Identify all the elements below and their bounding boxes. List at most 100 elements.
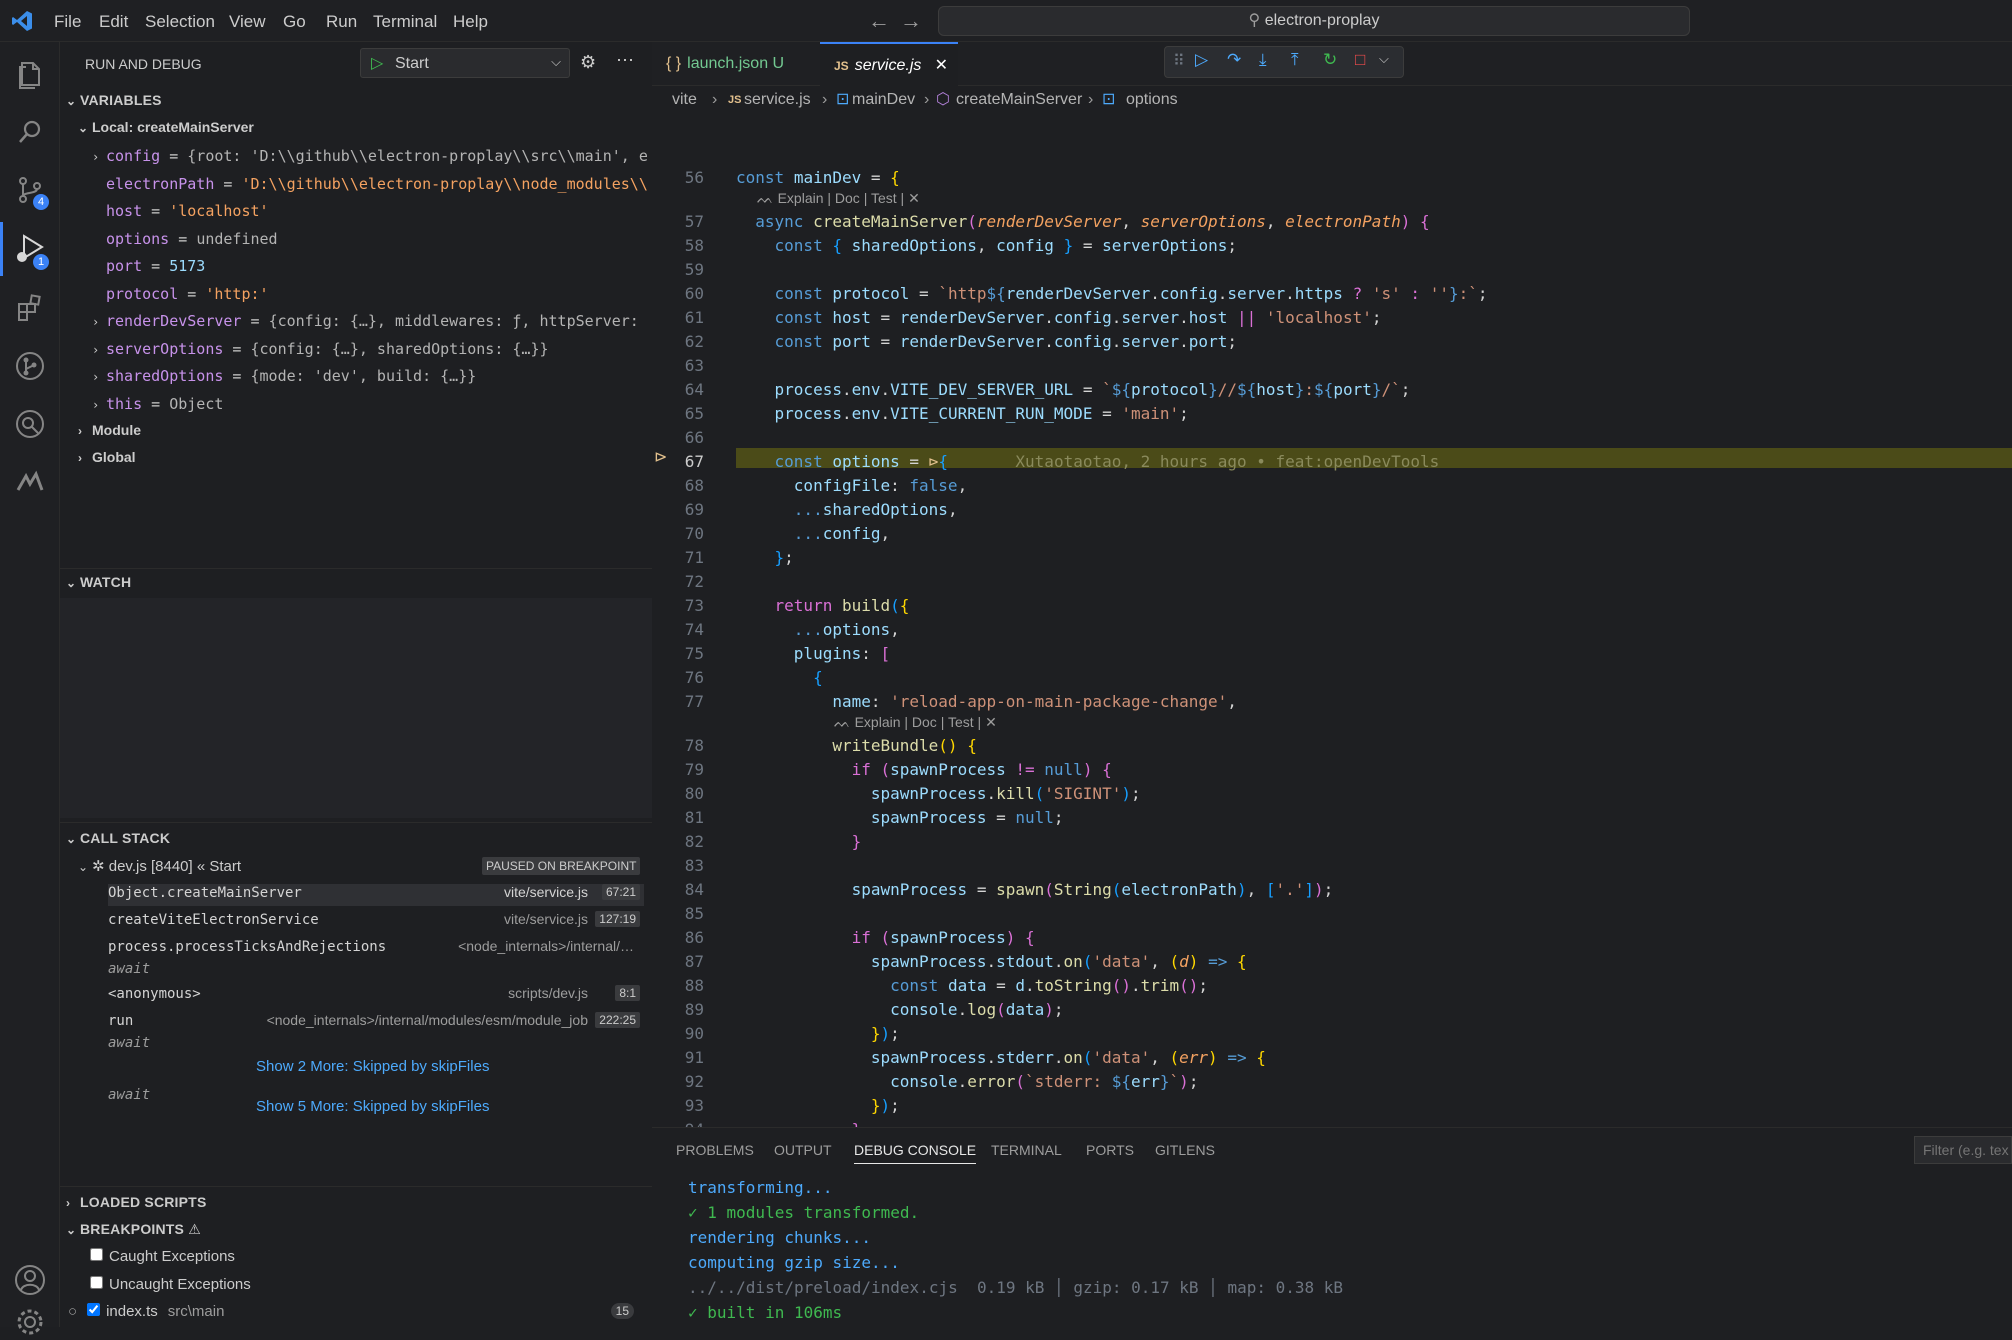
frame-name: process.processTicksAndRejections	[108, 939, 387, 955]
global-scope[interactable]: › Global	[78, 449, 136, 465]
breadcrumb-folder[interactable]: vite	[672, 86, 697, 114]
codelens-explain[interactable]: ᨓ Explain | Doc | Test | ✕	[757, 190, 920, 207]
caught-exceptions-checkbox[interactable]	[90, 1248, 103, 1261]
call-stack-frame[interactable]: createViteElectronService vite/service.js…	[108, 911, 644, 933]
variable-row[interactable]: electronPath = 'D:\\github\\electron-pro…	[92, 175, 647, 193]
module-scope[interactable]: › Module	[78, 422, 141, 438]
loaded-scripts-section-header[interactable]: › LOADED SCRIPTS	[66, 1194, 206, 1210]
call-stack-frame[interactable]: await	[108, 1034, 644, 1056]
variables-section-header[interactable]: ⌄ VARIABLES	[66, 92, 162, 108]
chevron-down-icon: ⌄	[66, 576, 77, 590]
call-stack-frame[interactable]: run <node_internals>/internal/modules/esm…	[108, 1012, 644, 1034]
breakpoints-section-header[interactable]: ⌄ BREAKPOINTS ⚠	[66, 1221, 201, 1238]
bp-uncaught-exceptions[interactable]: Uncaught Exceptions	[90, 1276, 251, 1293]
variable-value: 'D:\\github\\electron-proplay\\node_modu…	[241, 174, 647, 193]
debug-settings-gear-icon[interactable]: ⚙	[580, 52, 596, 73]
breadcrumb-file[interactable]: service.js	[744, 86, 811, 114]
variable-value: 'http:'	[205, 284, 269, 303]
console-filter-input[interactable]	[1914, 1136, 2012, 1164]
debug-toolbar: ⠿ ▷ ↷ ⤓ ⤒ ↻ □ ⌵	[1164, 46, 1404, 78]
more-actions-icon[interactable]: ⋯	[616, 50, 634, 71]
variable-row[interactable]: › serverOptions = {config: {…}, sharedOpt…	[92, 340, 647, 358]
variable-row[interactable]: host = 'localhost'	[92, 202, 647, 220]
account-icon[interactable]	[12, 1262, 48, 1298]
git-graph-icon[interactable]	[12, 348, 48, 384]
chevron-down-icon[interactable]: ⌵	[1379, 51, 1389, 67]
variable-row[interactable]: › sharedOptions = {mode: 'dev', build: {……	[92, 367, 647, 385]
tab-launch-json[interactable]: { } launch.json U	[652, 42, 820, 86]
command-center-search[interactable]: ⚲ electron-proplay	[938, 6, 1690, 36]
local-scope[interactable]: ⌄ Local: createMainServer	[78, 119, 254, 135]
show-more-skipped-2[interactable]: Show 5 More: Skipped by skipFiles	[256, 1098, 489, 1115]
variable-row[interactable]: protocol = 'http:'	[92, 285, 647, 303]
step-out-icon[interactable]: ⤒	[1291, 50, 1299, 70]
uncaught-exceptions-checkbox[interactable]	[90, 1276, 103, 1289]
start-debug-icon[interactable]: ▷	[371, 53, 383, 73]
tab-service-js[interactable]: JS service.js ✕	[820, 42, 958, 86]
breadcrumb-method[interactable]: createMainServer	[956, 86, 1082, 114]
variable-name: protocol	[106, 284, 179, 303]
drag-handle-icon[interactable]: ⠿	[1173, 51, 1185, 71]
codeium-icon[interactable]	[12, 464, 48, 500]
bp-file-row[interactable]: ○ index.ts src\main 15	[68, 1303, 648, 1320]
tab-problems[interactable]: PROBLEMS	[676, 1142, 754, 1158]
menu-run[interactable]: Run	[326, 12, 357, 32]
call-stack-section-header[interactable]: ⌄ CALL STACK	[66, 830, 170, 846]
step-into-icon[interactable]: ⤓	[1259, 50, 1267, 70]
step-over-icon[interactable]: ↷	[1227, 50, 1241, 70]
forward-arrow-icon[interactable]: →	[900, 8, 922, 34]
menu-view[interactable]: View	[229, 12, 266, 32]
explorer-icon[interactable]	[12, 56, 48, 92]
code-editor[interactable]: ⊳ 56 const mainDev = { ᨓ Explain | Doc | …	[652, 114, 2012, 1127]
tab-ports[interactable]: PORTS	[1086, 1142, 1134, 1158]
call-stack-frame[interactable]: <anonymous> scripts/dev.js 8:1	[108, 985, 644, 1007]
stop-icon[interactable]: □	[1355, 50, 1365, 70]
bp-file-checkbox[interactable]	[87, 1303, 101, 1316]
variable-row[interactable]: › renderDevServer = {config: {…}, middlew…	[92, 312, 647, 330]
chevron-down-icon[interactable]: ⌵	[551, 54, 561, 70]
menu-selection[interactable]: Selection	[145, 12, 215, 32]
variable-row[interactable]: port = 5173	[92, 257, 647, 275]
extensions-icon[interactable]	[12, 290, 48, 326]
thread-row[interactable]: ⌄ ✲ dev.js [8440] « Start	[78, 857, 241, 875]
active-indicator	[0, 222, 3, 276]
call-stack-frame[interactable]: process.processTicksAndRejections <node_i…	[108, 938, 644, 960]
tab-output[interactable]: OUTPUT	[774, 1142, 832, 1158]
menu-file[interactable]: File	[54, 12, 81, 32]
debug-config-name: Start	[395, 55, 429, 72]
back-arrow-icon[interactable]: ←	[868, 8, 890, 34]
run-and-debug-sidebar: RUN AND DEBUG ▷ Start ⌵ ⚙ ⋯ ⌄ VARIABLES ⌄…	[60, 42, 652, 1327]
search-icon[interactable]	[12, 114, 48, 150]
call-stack-frame[interactable]: Object.createMainServer vite/service.js 67…	[108, 884, 644, 906]
variable-name: options	[106, 229, 170, 248]
breadcrumb-object[interactable]: mainDev	[852, 86, 915, 114]
variable-row[interactable]: options = undefined	[92, 230, 647, 248]
variable-row[interactable]: › this = Object	[92, 395, 647, 413]
call-stack-frame[interactable]: await	[108, 960, 644, 982]
menu-help[interactable]: Help	[453, 12, 488, 32]
variable-icon: ⊡	[1102, 91, 1116, 108]
codelens-explain-2[interactable]: ᨓ Explain | Doc | Test | ✕	[834, 714, 997, 731]
tab-terminal[interactable]: TERMINAL	[991, 1142, 1062, 1158]
breadcrumb-variable[interactable]: options	[1126, 86, 1178, 114]
frame-name: createViteElectronService	[108, 912, 319, 928]
remote-explorer-icon[interactable]	[12, 406, 48, 442]
settings-gear-icon[interactable]	[12, 1304, 48, 1340]
variable-name: electronPath	[106, 174, 215, 193]
menu-edit[interactable]: Edit	[99, 12, 128, 32]
show-more-skipped-1[interactable]: Show 2 More: Skipped by skipFiles	[256, 1058, 489, 1075]
variable-name: serverOptions	[106, 339, 224, 358]
close-icon[interactable]: ✕	[935, 44, 948, 88]
editor-area: { } launch.json U JS service.js ✕ ⠿ ▷ ↷ ⤓ ⤒…	[652, 42, 2012, 1127]
debug-config-select[interactable]: ▷ Start ⌵	[360, 48, 570, 78]
watch-section-header[interactable]: ⌄ WATCH	[66, 574, 131, 590]
menu-terminal[interactable]: Terminal	[373, 12, 437, 32]
restart-icon[interactable]: ↻	[1323, 50, 1337, 70]
continue-icon[interactable]: ▷	[1195, 50, 1208, 70]
tab-gitlens[interactable]: GITLENS	[1155, 1142, 1215, 1158]
chevron-right-icon: ›	[78, 451, 82, 465]
bp-caught-exceptions[interactable]: Caught Exceptions	[90, 1248, 235, 1265]
menu-go[interactable]: Go	[283, 12, 306, 32]
tab-debug-console[interactable]: DEBUG CONSOLE	[854, 1142, 977, 1164]
variable-row[interactable]: › config = {root: 'D:\\github\\electron-p…	[92, 147, 647, 165]
